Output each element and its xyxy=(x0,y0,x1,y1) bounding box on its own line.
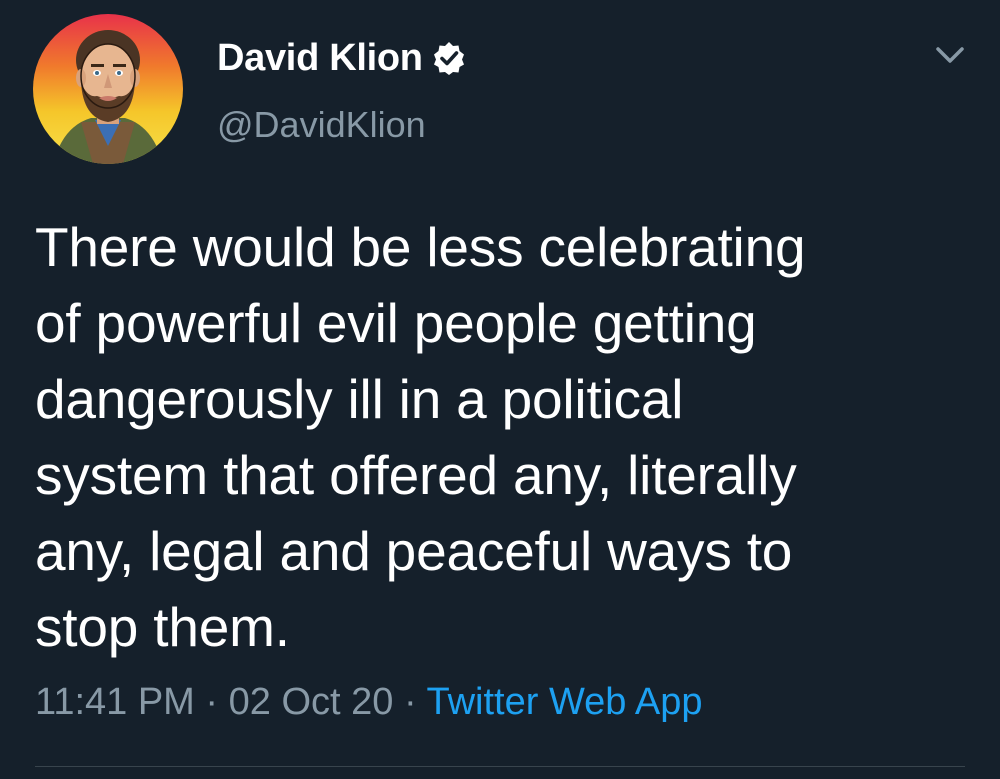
avatar-illustration xyxy=(33,14,183,164)
meta-separator: · xyxy=(393,681,427,723)
user-handle[interactable]: @DavidKlion xyxy=(217,104,426,146)
user-name-link[interactable]: David Klion xyxy=(217,36,467,80)
tweet-metadata: 11:41 PM · 02 Oct 20 · Twitter Web App xyxy=(35,681,702,724)
chevron-down-icon[interactable] xyxy=(930,40,970,70)
tweet-date[interactable]: 02 Oct 20 xyxy=(229,681,394,723)
tweet-time[interactable]: 11:41 PM xyxy=(35,681,195,723)
divider xyxy=(35,766,965,767)
verified-badge-icon xyxy=(431,40,467,76)
tweet-card: David Klion @DavidKlion There would be l… xyxy=(0,0,1000,779)
display-name: David Klion xyxy=(217,36,423,79)
avatar[interactable] xyxy=(33,14,183,164)
tweet-source-link[interactable]: Twitter Web App xyxy=(426,681,702,723)
tweet-text: There would be less celebrating of power… xyxy=(35,216,806,658)
meta-separator: · xyxy=(194,681,229,723)
